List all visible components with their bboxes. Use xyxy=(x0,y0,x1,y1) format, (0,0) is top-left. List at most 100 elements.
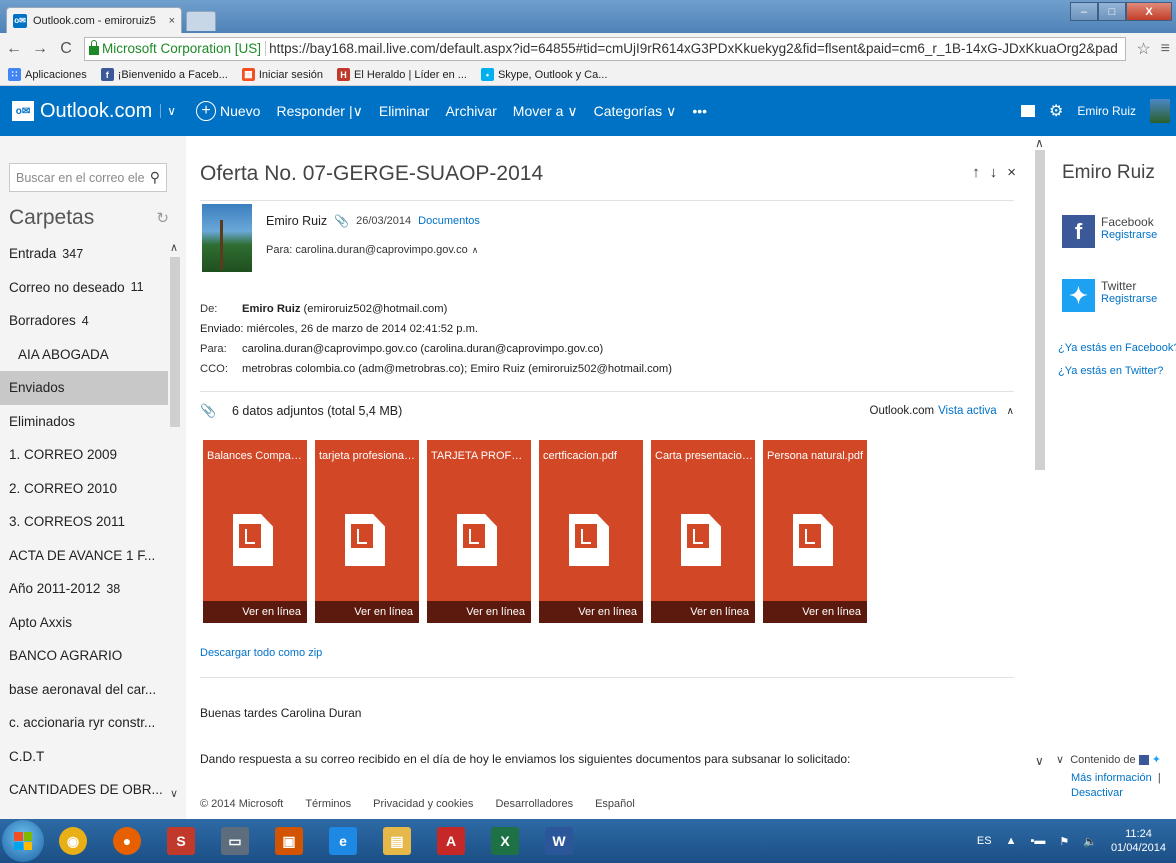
bookmark-item[interactable]: H El Heraldo | Líder en ... xyxy=(337,68,467,81)
sender-name[interactable]: Emiro Ruiz xyxy=(266,214,327,228)
volume-icon[interactable]: 🔈 xyxy=(1083,835,1097,848)
language-link[interactable]: Español xyxy=(595,798,635,810)
tray-expand-icon[interactable]: ▲ xyxy=(1006,835,1017,847)
taskbar-app-button[interactable]: ▣ xyxy=(268,822,310,860)
bookmark-item[interactable]: ▦ Iniciar sesión xyxy=(241,68,323,81)
taskbar-app-button[interactable]: ▭ xyxy=(214,822,256,860)
folder-scrollbar[interactable]: ∧ ∨ xyxy=(168,241,182,801)
reload-icon[interactable]: C xyxy=(58,40,74,58)
chevron-up-icon[interactable]: ∧ xyxy=(472,245,479,255)
folder-item[interactable]: CANTIDADES DE OBR... xyxy=(0,773,168,807)
view-online-button[interactable]: Ver en línea xyxy=(763,601,867,623)
twitter-connect[interactable]: ✦ Twitter Registrarse xyxy=(1062,279,1157,312)
folder-item[interactable]: 3. CORREOS 2011 xyxy=(0,505,168,539)
folder-item[interactable]: ACTA DE AVANCE 1 F... xyxy=(0,539,168,573)
scroll-up-icon[interactable]: ∧ xyxy=(170,241,178,254)
twitter-question-link[interactable]: ¿Ya estás en Twitter? xyxy=(1058,365,1163,377)
search-input[interactable] xyxy=(16,170,150,185)
outlook-brand[interactable]: o✉ Outlook.com ∨ xyxy=(0,100,190,123)
move-to-button[interactable]: Mover a ∨ xyxy=(513,103,578,120)
folder-item[interactable]: Enviados xyxy=(0,371,168,405)
taskbar-app-button[interactable]: W xyxy=(538,822,580,860)
taskbar-app-button[interactable]: S xyxy=(160,822,202,860)
folder-item[interactable]: BANCO AGRARIO xyxy=(0,639,168,673)
new-button[interactable]: + Nuevo xyxy=(196,101,260,121)
scroll-down-icon[interactable]: ∨ xyxy=(170,787,178,800)
taskbar-app-button[interactable]: ◉ xyxy=(52,822,94,860)
chat-icon[interactable] xyxy=(1020,105,1035,117)
scroll-up-icon[interactable]: ∧ xyxy=(1035,136,1044,150)
taskbar-app-button[interactable]: ▤ xyxy=(376,822,418,860)
start-button[interactable] xyxy=(2,820,44,862)
folder-item[interactable]: Eliminados xyxy=(0,405,168,439)
bookmark-item[interactable]: f ¡Bienvenido a Faceb... xyxy=(100,68,228,81)
tab-close-icon[interactable]: × xyxy=(169,15,175,27)
view-online-button[interactable]: Ver en línea xyxy=(315,601,419,623)
delete-button[interactable]: Eliminar xyxy=(379,103,430,119)
folder-item[interactable]: Apto Axxis xyxy=(0,606,168,640)
refresh-icon[interactable]: ↻ xyxy=(156,209,169,227)
folder-item[interactable]: Entrada 347 xyxy=(0,237,168,271)
clock[interactable]: 11:24 01/04/2014 xyxy=(1111,827,1166,855)
folder-item[interactable]: 2. CORREO 2010 xyxy=(0,472,168,506)
view-online-button[interactable]: Ver en línea xyxy=(203,601,307,623)
forward-arrow-icon[interactable]: → xyxy=(32,40,48,58)
reply-button[interactable]: Responder |∨ xyxy=(276,103,362,120)
hamburger-menu-icon[interactable]: ≡ xyxy=(1161,40,1170,58)
url-input[interactable]: Microsoft Corporation [US] https://bay16… xyxy=(84,36,1127,61)
browser-tab-outlook[interactable]: o✉ Outlook.com - emiroruiz5 × xyxy=(6,7,182,33)
facebook-connect[interactable]: f Facebook Registrarse xyxy=(1062,215,1157,248)
next-message-icon[interactable]: ↓ xyxy=(990,164,998,181)
deactivate-link[interactable]: Desactivar xyxy=(1071,787,1123,799)
star-icon[interactable]: ☆ xyxy=(1136,39,1150,59)
previous-message-icon[interactable]: ↑ xyxy=(972,164,980,181)
bookmark-item[interactable]: ∷ Aplicaciones xyxy=(8,68,87,81)
maximize-icon[interactable]: □ xyxy=(1098,2,1126,21)
chevron-down-icon[interactable]: ∨ xyxy=(1056,754,1064,766)
facebook-question-link[interactable]: ¿Ya estás en Facebook? xyxy=(1058,342,1176,354)
folder-item[interactable]: AIA ABOGADA xyxy=(0,338,168,372)
signal-icon[interactable]: ▪▬ xyxy=(1030,835,1045,847)
chevron-down-icon[interactable]: ∨ xyxy=(160,104,176,118)
gear-icon[interactable]: ⚙ xyxy=(1049,101,1063,121)
more-info-link[interactable]: Más información xyxy=(1071,772,1152,784)
folder-item[interactable]: 1. CORREO 2009 xyxy=(0,438,168,472)
avatar[interactable] xyxy=(1150,99,1170,123)
chevron-up-icon[interactable]: ∧ xyxy=(1007,406,1014,417)
user-name[interactable]: Emiro Ruiz xyxy=(1077,104,1136,118)
scroll-down-icon[interactable]: ∨ xyxy=(1035,754,1044,768)
view-online-button[interactable]: Ver en línea xyxy=(651,601,755,623)
more-commands-button[interactable]: ••• xyxy=(692,103,707,119)
scroll-thumb[interactable] xyxy=(1035,150,1045,470)
scroll-thumb[interactable] xyxy=(170,257,180,427)
taskbar-app-button[interactable]: ● xyxy=(106,822,148,860)
privacy-link[interactable]: Privacidad y cookies xyxy=(373,798,473,810)
new-tab-button[interactable] xyxy=(186,11,216,31)
reading-scrollbar[interactable]: ∧ ∨ xyxy=(1032,136,1048,819)
folder-item[interactable]: c. accionaria ryr constr... xyxy=(0,706,168,740)
minimize-icon[interactable]: – xyxy=(1070,2,1098,21)
active-view-link[interactable]: Vista activa xyxy=(938,405,997,417)
bookmark-item[interactable]: • Skype, Outlook y Ca... xyxy=(480,68,607,81)
flag-icon[interactable]: ⚑ xyxy=(1059,835,1069,848)
search-icon[interactable]: ⚲ xyxy=(150,169,160,186)
language-indicator[interactable]: ES xyxy=(977,835,992,847)
developers-link[interactable]: Desarrolladores xyxy=(495,798,573,810)
attachment-tile[interactable]: TARJETA PROFESIO... Ver en línea xyxy=(427,440,531,623)
download-zip-link[interactable]: Descargar todo como zip xyxy=(200,647,322,659)
recipient-summary[interactable]: Para: carolina.duran@caprovimpo.gov.co ∧ xyxy=(266,244,478,256)
attachment-tile[interactable]: Persona natural.pdf Ver en línea xyxy=(763,440,867,623)
ev-certificate-badge[interactable]: Microsoft Corporation [US] xyxy=(89,40,267,56)
twitter-register-link[interactable]: Registrarse xyxy=(1101,293,1157,305)
attachment-tile[interactable]: Carta presentacion.... Ver en línea xyxy=(651,440,755,623)
taskbar-app-button[interactable]: e xyxy=(322,822,364,860)
folder-item[interactable]: C.D.T xyxy=(0,740,168,774)
folder-item[interactable]: Año 2011-2012 38 xyxy=(0,572,168,606)
attachment-tile[interactable]: Balances Comparat... Ver en línea xyxy=(203,440,307,623)
facebook-register-link[interactable]: Registrarse xyxy=(1101,229,1157,241)
view-online-button[interactable]: Ver en línea xyxy=(427,601,531,623)
reply-chevron-icon[interactable]: |∨ xyxy=(349,103,363,120)
taskbar-app-button[interactable]: X xyxy=(484,822,526,860)
folder-link[interactable]: Documentos xyxy=(418,215,480,227)
attachment-tile[interactable]: tarjeta profesional j... Ver en línea xyxy=(315,440,419,623)
